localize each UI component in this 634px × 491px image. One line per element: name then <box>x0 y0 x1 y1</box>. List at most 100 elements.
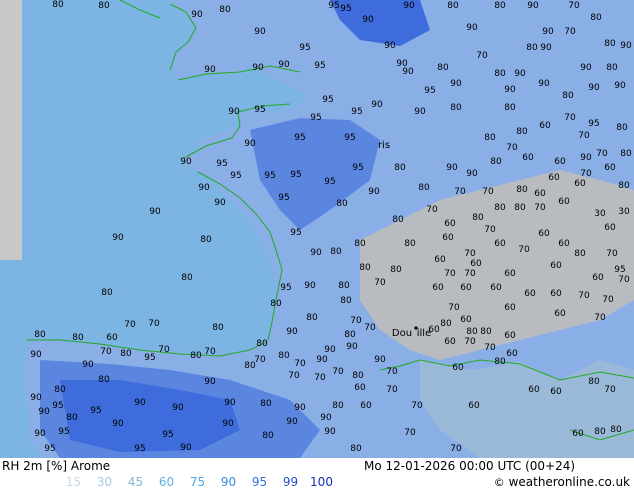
contour-value-label: 80 <box>620 149 632 159</box>
contour-value-label: 70 <box>148 319 160 329</box>
contour-value-label: 95 <box>351 107 362 117</box>
contour-value-label: 60 <box>604 163 616 173</box>
contour-value-label: 80 <box>494 69 506 79</box>
contour-value-label: 60 <box>468 401 480 411</box>
contour-value-label: 60 <box>442 233 454 243</box>
contour-value-label: 60 <box>434 255 446 265</box>
contour-value-label: 60 <box>528 385 540 395</box>
contour-value-label: 90 <box>134 398 146 408</box>
contour-value-label: 80 <box>394 163 406 173</box>
contour-value-label: 95 <box>264 171 275 181</box>
contour-value-label: 70 <box>386 367 398 377</box>
contour-value-label: 60 <box>550 261 562 271</box>
contour-value-label: 80 <box>212 323 224 333</box>
contour-value-label: 60 <box>432 283 444 293</box>
contour-value-label: 95 <box>162 430 173 440</box>
contour-value-label: 90 <box>204 377 216 387</box>
contour-value-label: 70 <box>158 345 170 355</box>
scale-value-95: 95 <box>251 475 268 489</box>
contour-value-label: 80 <box>480 327 492 337</box>
contour-value-label: 95 <box>278 193 289 203</box>
contour-value-label: 70 <box>596 149 608 159</box>
contour-value-label: 90 <box>112 233 124 243</box>
contour-value-label: 80 <box>244 361 256 371</box>
contour-value-label: 90 <box>402 67 414 77</box>
contour-value-label: 70 <box>518 245 530 255</box>
contour-value-label: 80 <box>404 239 416 249</box>
contour-value-label: 80 <box>562 91 574 101</box>
contour-value-label: 70 <box>568 1 580 11</box>
contour-value-label: 90 <box>112 419 124 429</box>
scale-value-99: 99 <box>282 475 299 489</box>
contour-value-label: 90 <box>316 355 328 365</box>
site-credit[interactable]: © weatheronline.co.uk <box>494 474 630 491</box>
contour-value-label: 90 <box>191 10 203 20</box>
scale-value-75: 75 <box>189 475 206 489</box>
contour-value-label: 70 <box>448 303 460 313</box>
contour-value-label: 70 <box>482 187 494 197</box>
contour-value-label: 90 <box>286 327 298 337</box>
contour-value-label: 80 <box>618 181 630 191</box>
contour-value-label: 80 <box>494 203 506 213</box>
contour-value-label: 90 <box>34 429 46 439</box>
contour-value-label: 95 <box>314 61 325 71</box>
contour-value-label: 95 <box>290 228 301 238</box>
contour-value-label: 90 <box>304 281 316 291</box>
contour-value-label: 60 <box>490 283 502 293</box>
legend-row-top: RH 2m [%] Arome Mo 12-01-2026 00:00 UTC … <box>0 458 634 474</box>
contour-value-label: 90 <box>324 345 336 355</box>
contour-value-label: 80 <box>330 247 342 257</box>
contour-value-label: 70 <box>124 320 136 330</box>
contour-value-label: 90 <box>620 41 632 51</box>
contour-value-label: 70 <box>534 203 546 213</box>
contour-value-label: 90 <box>30 350 42 360</box>
contour-value-label: 80 <box>256 339 268 349</box>
contour-value-label: 90 <box>542 27 554 37</box>
contour-value-label: 80 <box>392 215 404 225</box>
left-gray-strip <box>0 0 22 260</box>
contour-value-label: 80 <box>450 103 462 113</box>
contour-value-label: 95 <box>134 444 145 454</box>
contour-value-label: 70 <box>411 401 423 411</box>
contour-value-label: 70 <box>580 169 592 179</box>
contour-value-label: 80 <box>440 319 452 329</box>
contour-value-label: 90 <box>514 69 526 79</box>
contour-value-label: 80 <box>516 185 528 195</box>
contour-value-label: 80 <box>359 263 371 273</box>
contour-value-label: 70 <box>294 359 306 369</box>
contour-value-label: 90 <box>384 41 396 51</box>
city-marker-dot <box>414 326 418 330</box>
city-name-label: ille <box>417 328 432 339</box>
contour-value-label: 90 <box>527 1 539 11</box>
contour-value-label: 60 <box>460 315 472 325</box>
city-name-label: ris <box>378 140 390 151</box>
contour-value-label: 90 <box>362 15 374 25</box>
contour-value-label: 80 <box>437 63 449 73</box>
contour-value-label: 80 <box>306 313 318 323</box>
contour-value-label: 70 <box>484 225 496 235</box>
contour-value-label: 95 <box>424 86 435 96</box>
legend-row-bottom: 15 30 45 60 75 90 95 99 100 © weatheronline.co.u… <box>0 474 634 490</box>
contour-value-label: 70 <box>506 143 518 153</box>
contour-value-label: 90 <box>254 27 266 37</box>
contour-value-label: 80 <box>516 127 528 137</box>
contour-value-label: 95 <box>352 163 363 173</box>
contour-value-label: 70 <box>288 371 300 381</box>
contour-value-label: 60 <box>504 269 516 279</box>
contour-value-label: 60 <box>522 153 534 163</box>
contour-value-label: 90 <box>82 360 94 370</box>
contour-value-label: 90 <box>222 419 234 429</box>
contour-value-label: 60 <box>550 387 562 397</box>
contour-value-label: 80 <box>472 213 484 223</box>
contour-value-label: 60 <box>554 157 566 167</box>
contour-value-label: 80 <box>354 239 366 249</box>
contour-value-label: 95 <box>216 159 227 169</box>
contour-value-label: 70 <box>374 278 386 288</box>
contour-value-label: 80 <box>447 1 459 11</box>
contour-value-label: 95 <box>324 177 335 187</box>
contour-value-label: 80 <box>494 1 506 11</box>
contour-value-label: 90 <box>180 443 192 453</box>
contour-value-label: 80 <box>590 13 602 23</box>
contour-value-label: 70 <box>444 269 456 279</box>
contour-value-label: 80 <box>338 281 350 291</box>
